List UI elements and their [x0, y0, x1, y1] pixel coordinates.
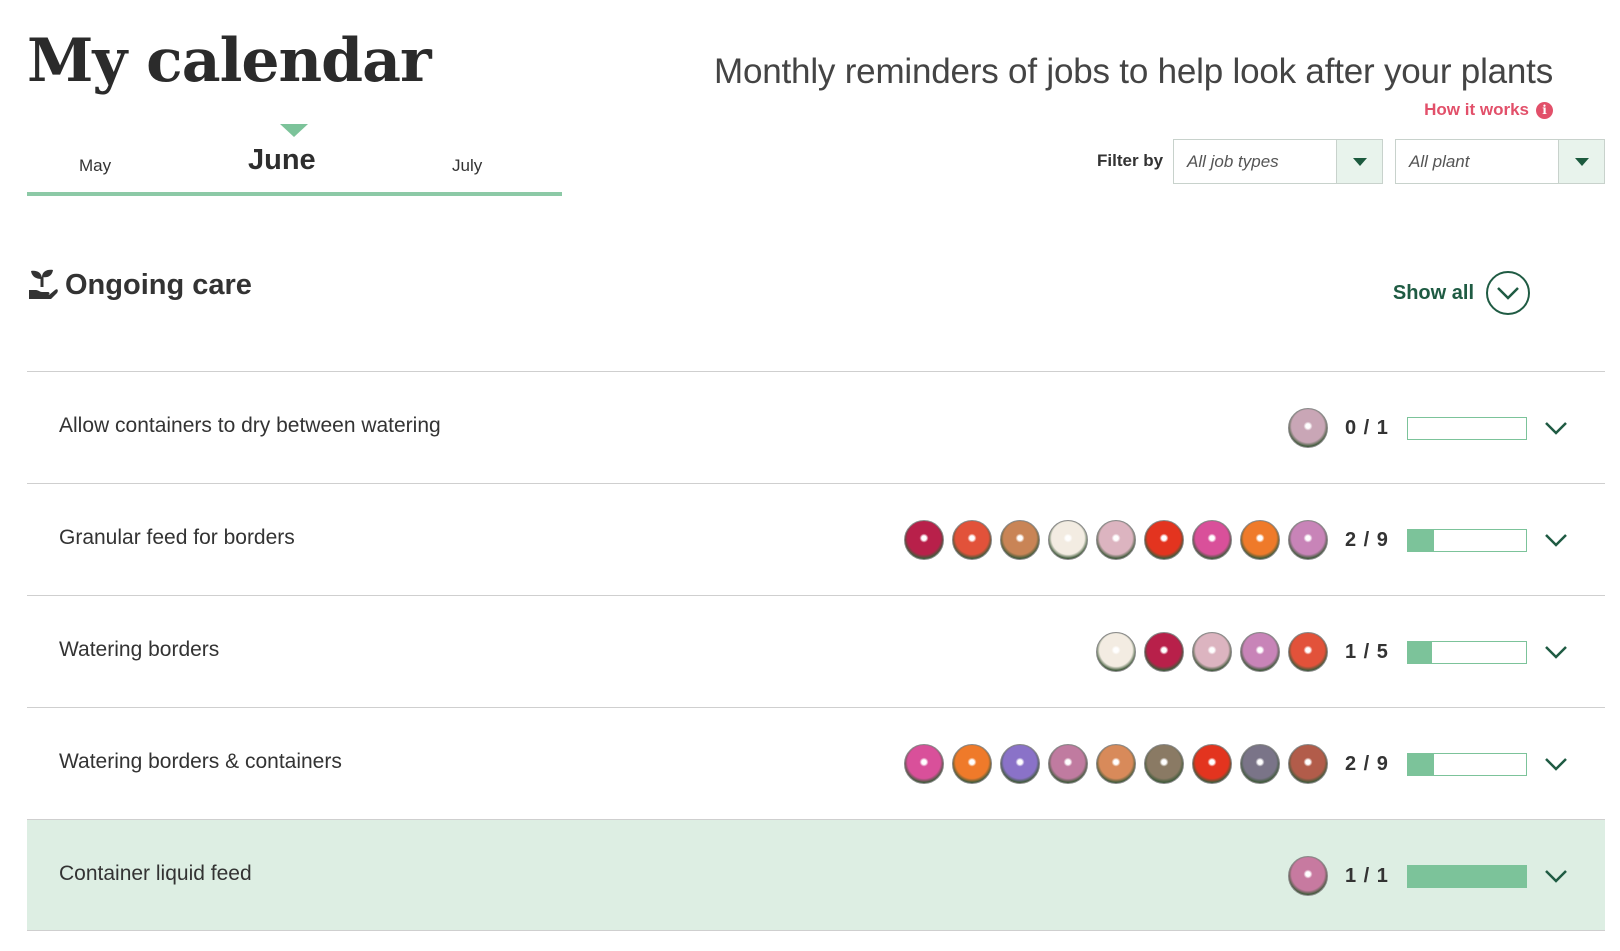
job-count: 0 / 1 — [1345, 416, 1389, 439]
progress-bar — [1407, 752, 1527, 776]
month-tab-next[interactable]: July — [452, 156, 482, 176]
plant-thumbnail[interactable] — [1096, 744, 1136, 784]
progress-fill — [1408, 753, 1435, 775]
how-it-works-link[interactable]: How it works i — [1424, 100, 1553, 120]
plant-thumbnail[interactable] — [1000, 520, 1040, 560]
plant-thumbnail[interactable] — [1144, 632, 1184, 672]
chevron-down-icon — [1545, 534, 1567, 547]
plant-thumbnail[interactable] — [1240, 632, 1280, 672]
job-status: 0 / 1 — [1280, 398, 1569, 458]
plant-thumbnails — [1280, 856, 1328, 896]
progress-fill — [1408, 641, 1432, 663]
plant-thumbnail[interactable] — [1000, 744, 1040, 784]
expand-row-button[interactable] — [1543, 642, 1569, 662]
job-row[interactable]: Allow containers to dry between watering… — [27, 371, 1605, 483]
chevron-down-icon — [1497, 287, 1519, 300]
plant-thumbnails — [1088, 632, 1328, 672]
progress-bar — [1407, 416, 1527, 440]
page-subtitle: Monthly reminders of jobs to help look a… — [714, 52, 1553, 91]
job-status: 1 / 1 — [1280, 846, 1569, 906]
month-tab-current[interactable]: June — [248, 144, 316, 177]
job-count: 1 / 1 — [1345, 864, 1389, 887]
plant-thumbnails — [896, 744, 1328, 784]
show-all-button[interactable]: Show all — [1393, 271, 1530, 315]
job-type-dropdown-button[interactable] — [1336, 140, 1382, 183]
job-title: Container liquid feed — [59, 862, 252, 885]
job-title: Watering borders — [59, 638, 220, 661]
page-title: My calendar — [27, 26, 432, 96]
filter-label: Filter by — [1097, 151, 1164, 170]
info-icon: i — [1536, 101, 1553, 119]
plant-thumbnail[interactable] — [1240, 744, 1280, 784]
job-row[interactable]: Container liquid feed 1 / 1 — [27, 819, 1605, 931]
job-type-select-value: All job types — [1187, 151, 1279, 171]
plant-thumbnail[interactable] — [1288, 408, 1328, 448]
plant-thumbnail[interactable] — [952, 744, 992, 784]
job-row[interactable]: Watering borders & containers 2 / 9 — [27, 707, 1605, 819]
job-title: Granular feed for borders — [59, 526, 295, 549]
progress-fill — [1408, 865, 1526, 887]
expand-row-button[interactable] — [1543, 866, 1569, 886]
plant-dropdown-button[interactable] — [1558, 140, 1604, 183]
job-status: 1 / 5 — [1088, 622, 1569, 682]
plant-thumbnail[interactable] — [1240, 520, 1280, 560]
progress-fill — [1408, 529, 1435, 551]
job-count: 2 / 9 — [1345, 528, 1389, 551]
plant-thumbnail[interactable] — [1288, 520, 1328, 560]
job-status: 2 / 9 — [896, 510, 1569, 570]
job-type-select[interactable]: All job types — [1173, 139, 1383, 184]
progress-bar — [1407, 864, 1527, 888]
plant-thumbnail[interactable] — [1192, 520, 1232, 560]
plant-thumbnail[interactable] — [1192, 632, 1232, 672]
show-all-label: Show all — [1392, 281, 1474, 304]
chevron-down-icon — [1545, 422, 1567, 435]
plant-thumbnails — [896, 520, 1328, 560]
plant-thumbnail[interactable] — [1096, 632, 1136, 672]
progress-bar — [1407, 640, 1527, 664]
expand-row-button[interactable] — [1543, 418, 1569, 438]
plant-select[interactable]: All plant — [1395, 139, 1605, 184]
caret-down-icon — [1574, 157, 1589, 166]
job-count: 1 / 5 — [1345, 640, 1389, 663]
plant-thumbnail[interactable] — [1096, 520, 1136, 560]
job-title: Allow containers to dry between watering — [59, 414, 441, 437]
plant-thumbnail[interactable] — [1048, 744, 1088, 784]
plant-select-value: All plant — [1409, 151, 1470, 171]
hand-seedling-icon — [29, 269, 58, 299]
current-month-indicator-icon — [280, 124, 308, 137]
plant-thumbnail[interactable] — [1288, 856, 1328, 896]
job-row[interactable]: Watering borders 1 / 5 — [27, 595, 1605, 707]
plant-thumbnail[interactable] — [904, 744, 944, 784]
section-header: Ongoing care — [27, 268, 252, 302]
plant-thumbnails — [1280, 408, 1328, 448]
plant-thumbnail[interactable] — [904, 520, 944, 560]
month-underline — [27, 192, 562, 196]
job-count: 2 / 9 — [1345, 752, 1389, 775]
progress-bar — [1407, 528, 1527, 552]
job-row[interactable]: Granular feed for borders 2 / 9 — [27, 483, 1605, 595]
plant-thumbnail[interactable] — [952, 520, 992, 560]
section-title: Ongoing care — [65, 268, 252, 301]
plant-thumbnail[interactable] — [1192, 744, 1232, 784]
chevron-down-icon — [1545, 870, 1567, 883]
job-list: Allow containers to dry between watering… — [27, 371, 1605, 931]
expand-row-button[interactable] — [1543, 754, 1569, 774]
caret-down-icon — [1352, 157, 1367, 166]
how-it-works-label: How it works — [1424, 100, 1529, 119]
month-navigation: May June July — [27, 118, 562, 198]
job-status: 2 / 9 — [896, 734, 1569, 794]
plant-thumbnail[interactable] — [1144, 520, 1184, 560]
plant-thumbnail[interactable] — [1288, 744, 1328, 784]
plant-thumbnail[interactable] — [1144, 744, 1184, 784]
job-title: Watering borders & containers — [59, 750, 342, 773]
chevron-down-icon — [1545, 758, 1567, 771]
expand-row-button[interactable] — [1543, 530, 1569, 550]
chevron-down-icon — [1545, 646, 1567, 659]
plant-thumbnail[interactable] — [1048, 520, 1088, 560]
month-tab-prev[interactable]: May — [79, 156, 111, 176]
plant-thumbnail[interactable] — [1288, 632, 1328, 672]
expand-circle-icon — [1486, 271, 1530, 315]
